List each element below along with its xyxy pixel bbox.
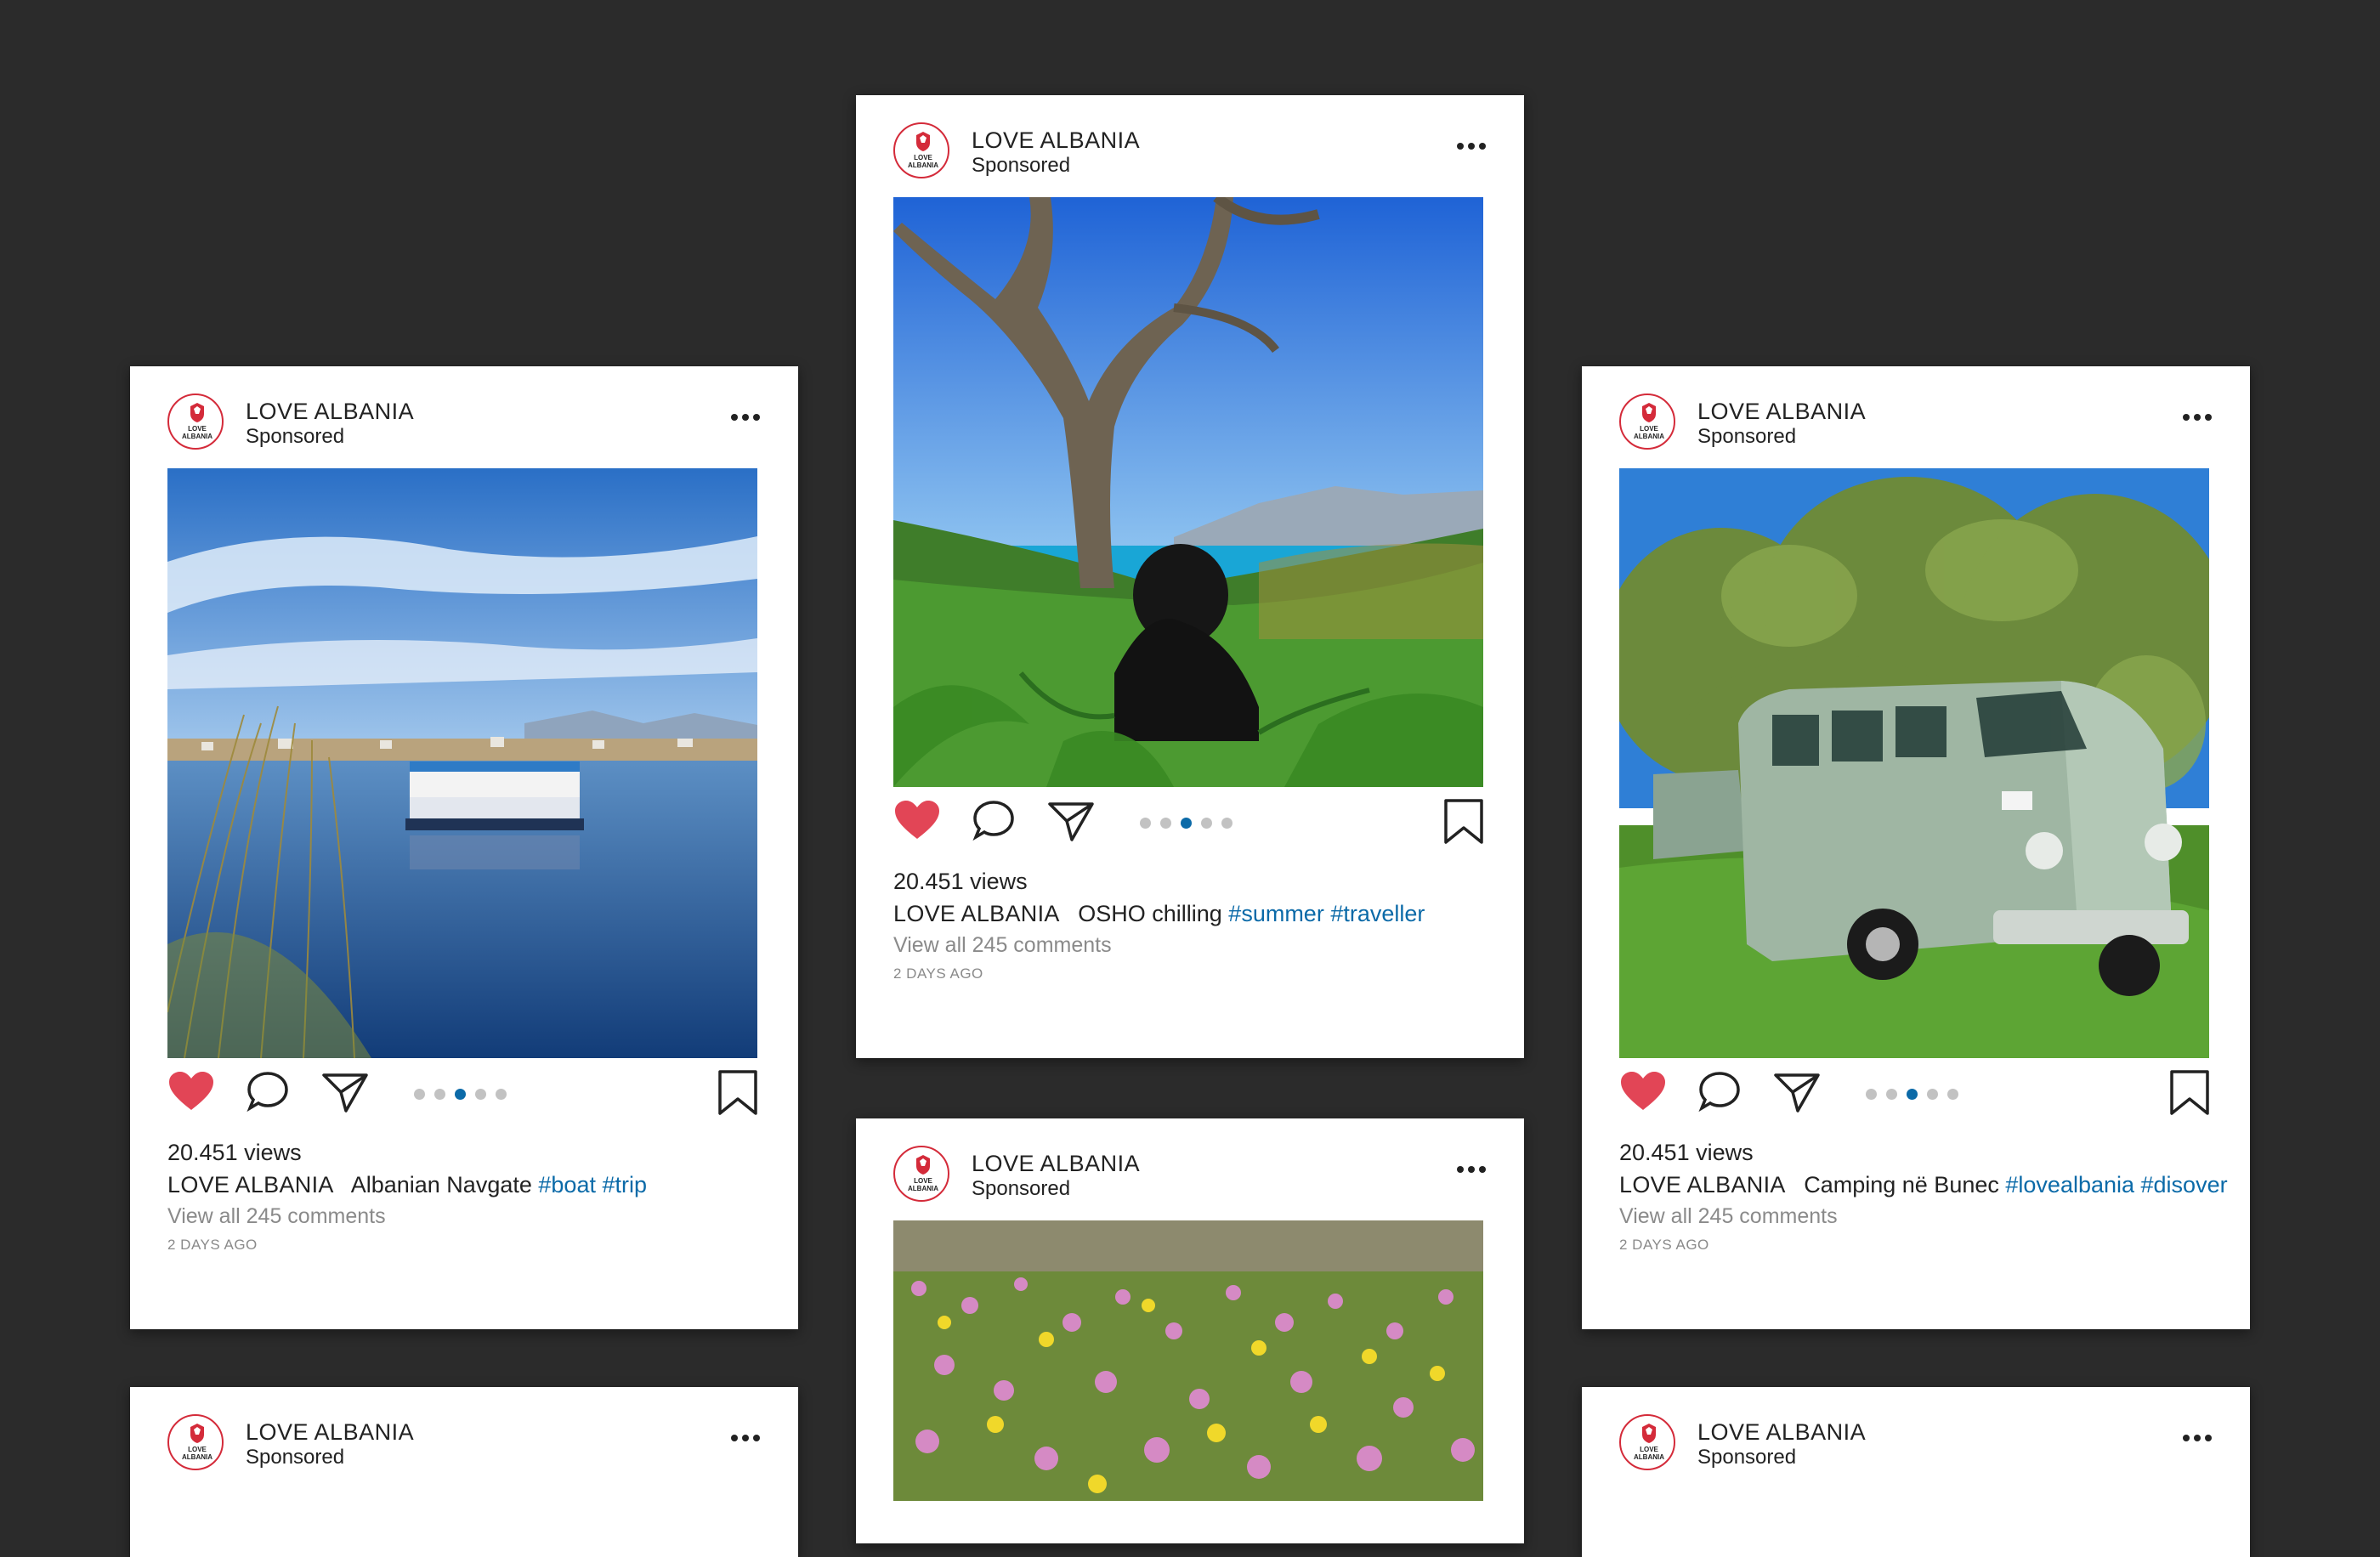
heart-icon[interactable] [1619,1070,1667,1113]
view-count: 20.451 views [893,869,1028,894]
carousel-dot [475,1089,486,1100]
logo-icon[interactable] [893,122,949,178]
carousel-dot [434,1089,445,1100]
more-icon[interactable] [1456,1164,1487,1175]
logo-icon[interactable] [893,1146,949,1202]
caption-account[interactable]: LOVE ALBANIA [893,901,1060,926]
carousel-dot [1140,818,1151,829]
carousel-dot [1866,1089,1877,1100]
comment-icon[interactable] [972,799,1016,841]
carousel-dot-active [455,1089,466,1100]
timestamp: 2 DAYS AGO [893,965,983,982]
carousel-dot-active [1907,1089,1918,1100]
post-actions [893,799,1487,858]
post-actions [1619,1070,2213,1130]
carousel-dot [414,1089,425,1100]
post-header: LOVE ALBANIA Sponsored [1619,1414,2213,1475]
carousel-dot [496,1089,507,1100]
more-icon[interactable] [730,1433,761,1443]
hashtags[interactable]: #summer #traveller [1228,901,1425,926]
account-name[interactable]: LOVE ALBANIA [246,1419,414,1446]
post-card-flowers: LOVE ALBANIA Sponsored [856,1118,1524,1543]
post-header: LOVE ALBANIA Sponsored [1619,393,2213,455]
caption-account[interactable]: LOVE ALBANIA [167,1172,334,1197]
caption-account[interactable]: LOVE ALBANIA [1619,1172,1786,1197]
share-icon[interactable] [1772,1070,1822,1114]
view-count: 20.451 views [167,1140,302,1165]
heart-icon[interactable] [167,1070,215,1113]
post-card-partial-left: LOVE ALBANIA Sponsored [130,1387,798,1557]
bookmark-icon[interactable] [2168,1070,2211,1116]
carousel-dot-active [1181,818,1192,829]
post-header: LOVE ALBANIA Sponsored [167,393,761,455]
post-actions [167,1070,761,1130]
carousel-dot [1927,1089,1938,1100]
account-name[interactable]: LOVE ALBANIA [1697,399,1866,425]
carousel-dot [1221,818,1232,829]
hashtags[interactable]: #boat #trip [538,1172,647,1197]
post-caption: LOVE ALBANIA OSHO chilling #summer #trav… [893,901,1425,927]
heart-icon[interactable] [893,799,941,841]
sponsored-label: Sponsored [972,154,1071,177]
timestamp: 2 DAYS AGO [1619,1237,1709,1253]
bookmark-icon[interactable] [1442,799,1485,845]
carousel-indicator [1866,1089,1968,1101]
post-card-partial-right: LOVE ALBANIA Sponsored [1582,1387,2250,1557]
sponsored-label: Sponsored [972,1177,1071,1200]
sponsored-label: Sponsored [1697,425,1797,448]
logo-icon[interactable] [167,1414,224,1470]
caption-text: Albanian Navgate [350,1172,532,1197]
share-icon[interactable] [320,1070,370,1114]
account-name[interactable]: LOVE ALBANIA [246,399,414,425]
sponsored-label: Sponsored [246,1446,345,1469]
carousel-dot [1160,818,1171,829]
post-caption: LOVE ALBANIA Albanian Navgate #boat #tri… [167,1172,647,1198]
account-name[interactable]: LOVE ALBANIA [972,1151,1140,1177]
more-icon[interactable] [1456,141,1487,151]
post-header: LOVE ALBANIA Sponsored [167,1414,761,1475]
sponsored-label: Sponsored [1697,1446,1797,1469]
carousel-dot [1886,1089,1897,1100]
account-name[interactable]: LOVE ALBANIA [1697,1419,1866,1446]
comment-icon[interactable] [246,1070,290,1113]
carousel-dot [1947,1089,1958,1100]
post-photo-flower-field[interactable] [893,1220,1483,1501]
logo-icon[interactable] [1619,1414,1675,1470]
post-card-lake: LOVE ALBANIA Sponsored 20.451 views LOVE… [130,366,798,1329]
sponsored-label: Sponsored [246,425,345,448]
hashtags[interactable]: #lovealbania #disover [2005,1172,2227,1197]
view-comments-link[interactable]: View all 245 comments [167,1204,386,1229]
bookmark-icon[interactable] [717,1070,759,1116]
view-count: 20.451 views [1619,1140,1754,1165]
share-icon[interactable] [1046,799,1096,843]
timestamp: 2 DAYS AGO [167,1237,258,1253]
caption-text: Camping në Bunec [1804,1172,1999,1197]
post-photo-lake-boat[interactable] [167,468,757,1058]
view-comments-link[interactable]: View all 245 comments [1619,1204,1838,1229]
more-icon[interactable] [730,412,761,422]
post-card-dog: LOVE ALBANIA Sponsored 20.451 views LOVE… [856,95,1524,1058]
carousel-indicator [414,1089,516,1101]
post-caption: LOVE ALBANIA Camping në Bunec #lovealban… [1619,1172,2228,1198]
account-name[interactable]: LOVE ALBANIA [972,127,1140,154]
post-header: LOVE ALBANIA Sponsored [893,1146,1487,1207]
view-comments-link[interactable]: View all 245 comments [893,933,1112,958]
comment-icon[interactable] [1697,1070,1742,1113]
post-card-van: LOVE ALBANIA Sponsored 20.451 views LOVE… [1582,366,2250,1329]
logo-icon[interactable] [1619,393,1675,450]
logo-icon[interactable] [167,393,224,450]
carousel-dot [1201,818,1212,829]
more-icon[interactable] [2182,1433,2213,1443]
post-photo-green-van-camping[interactable] [1619,468,2209,1058]
more-icon[interactable] [2182,412,2213,422]
caption-text: OSHO chilling [1078,901,1222,926]
carousel-indicator [1140,818,1242,829]
post-photo-dog-olive-tree[interactable] [893,197,1483,787]
post-header: LOVE ALBANIA Sponsored [893,122,1487,184]
